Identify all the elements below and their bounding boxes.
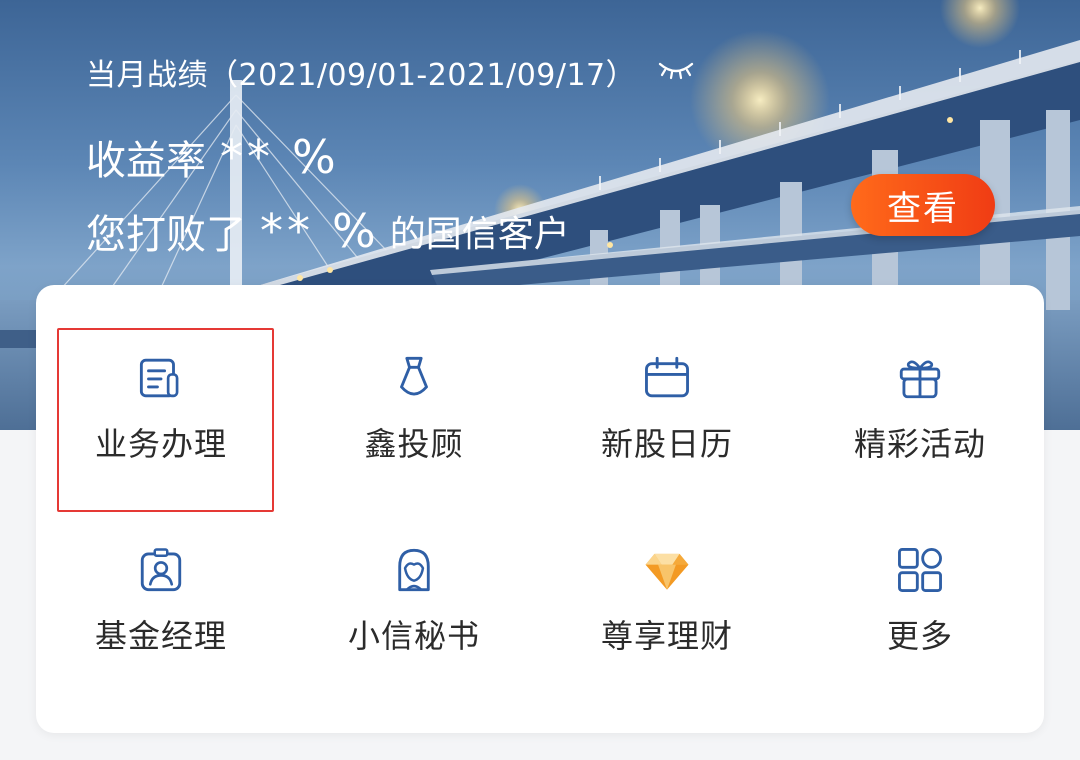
menu-item-fund-manager[interactable]: 基金经理 [46, 477, 276, 657]
menu-item-label: 更多 [886, 617, 953, 655]
menu-item-secretary[interactable]: 小信秘书 [299, 477, 529, 657]
grid-more-icon [898, 548, 942, 592]
menu-item-more[interactable]: 更多 [805, 477, 1035, 657]
badge-person-icon [140, 548, 182, 592]
diamond-icon [645, 553, 689, 590]
menu-item-business[interactable]: 业务办理 [46, 285, 276, 465]
beat-prefix-label: 您打败了 [86, 212, 246, 258]
return-rate-label: 收益率 [86, 138, 206, 184]
eye-closed-icon[interactable] [656, 58, 696, 84]
menu-item-advisor[interactable]: 鑫投顾 [299, 285, 529, 465]
secretary-icon [398, 548, 430, 592]
business-form-icon [139, 358, 179, 398]
view-button[interactable]: 查看 [851, 174, 995, 236]
menu-item-label: 新股日历 [600, 425, 733, 463]
menu-item-label: 业务办理 [94, 425, 227, 463]
calendar-icon [645, 356, 689, 398]
menu-item-ipo-calendar[interactable]: 新股日历 [552, 285, 782, 465]
tie-icon [400, 356, 428, 396]
menu-item-activities[interactable]: 精彩活动 [805, 285, 1035, 465]
gift-icon [899, 360, 941, 399]
monthly-performance-title: 当月战绩（2021/09/01-2021/09/17） [86, 58, 637, 93]
menu-item-label: 小信秘书 [347, 617, 480, 655]
menu-item-label: 精彩活动 [853, 425, 986, 463]
menu-item-label: 鑫投顾 [364, 425, 464, 463]
beat-percent: % [332, 204, 376, 258]
menu-item-label: 尊享理财 [600, 617, 733, 655]
beat-suffix-label: 的国信客户 [389, 214, 570, 255]
return-rate-percent: % [292, 130, 336, 184]
beat-customers-line: 您打败了 ** % 的国信客户 [86, 202, 570, 260]
quick-menu-card: 业务办理 鑫投顾 新股日历 精彩活动 基金经理 小信秘书 尊享理财 更多 [36, 285, 1044, 733]
menu-item-premium-wealth[interactable]: 尊享理财 [552, 477, 782, 657]
return-rate-masked-value: ** [220, 130, 274, 184]
beat-masked-value: ** [260, 204, 314, 258]
menu-item-label: 基金经理 [94, 617, 227, 655]
return-rate-line: 收益率 ** % [86, 128, 336, 186]
